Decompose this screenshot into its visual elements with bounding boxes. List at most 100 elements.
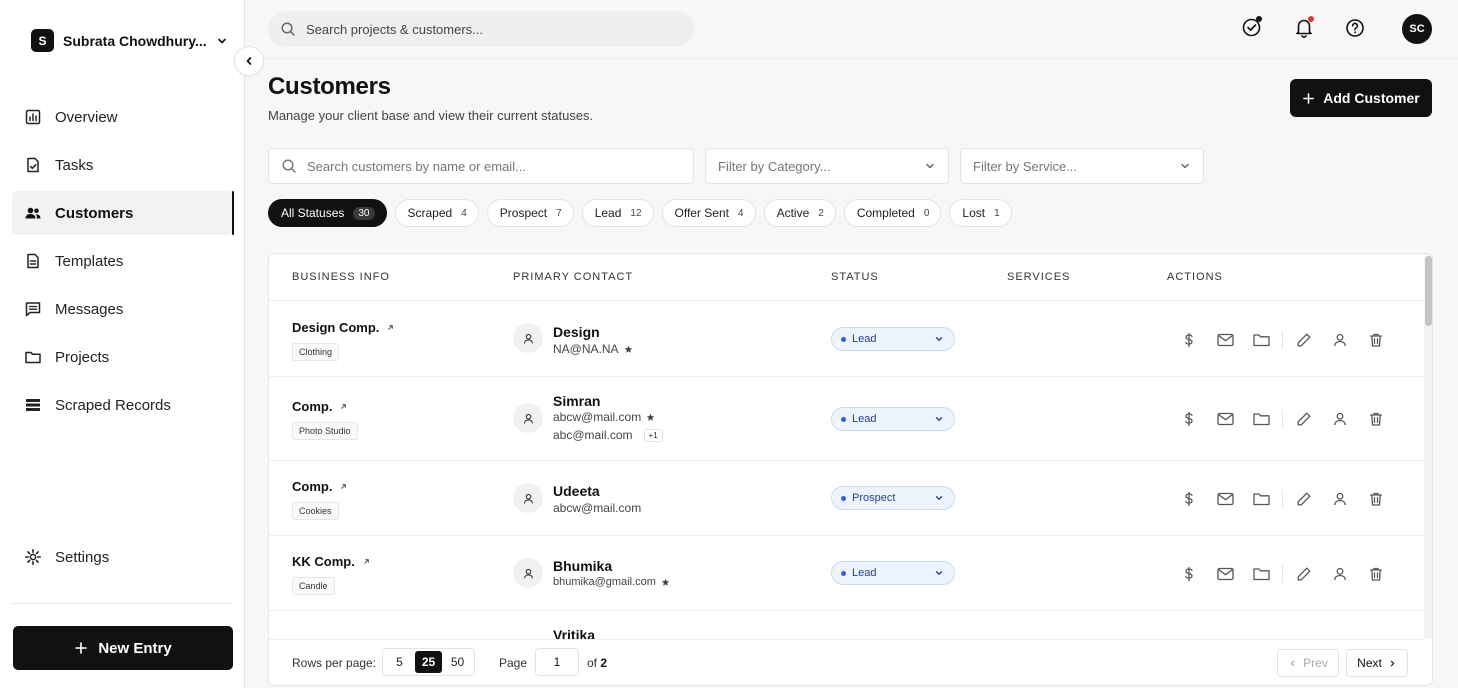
chevron-left-icon xyxy=(243,55,255,67)
tasks-check-icon[interactable] xyxy=(1241,16,1263,38)
add-customer-button[interactable]: Add Customer xyxy=(1290,79,1432,117)
rows-option-50[interactable]: 50 xyxy=(444,651,471,673)
chip-count: 1 xyxy=(994,207,1000,219)
trash-icon[interactable] xyxy=(1358,329,1394,351)
column-header-primary-contact: PRIMARY CONTACT xyxy=(513,271,634,283)
status-label: Lead xyxy=(852,567,877,579)
assign-user-icon[interactable] xyxy=(1322,408,1358,430)
sidebar-item-messages[interactable]: Messages xyxy=(12,287,233,331)
rows-per-page-label: Rows per page: xyxy=(292,656,377,670)
page-number-input[interactable] xyxy=(535,648,579,676)
chevron-down-icon xyxy=(924,160,936,172)
dollar-icon[interactable] xyxy=(1171,563,1207,585)
sidebar-item-overview[interactable]: Overview xyxy=(12,95,233,139)
rows-option-25[interactable]: 25 xyxy=(415,651,442,673)
folder-icon[interactable] xyxy=(1243,329,1279,351)
sidebar-item-scraped-records[interactable]: Scraped Records xyxy=(12,383,233,427)
contact-name: Bhumika xyxy=(553,558,613,574)
contact-email: abcw@mail.com xyxy=(553,410,655,424)
chip-offer-sent[interactable]: Offer Sent 4 xyxy=(661,199,756,227)
mail-icon[interactable] xyxy=(1207,488,1243,510)
contact-email-secondary: abc@mail.com +1 xyxy=(553,428,663,442)
assign-user-icon[interactable] xyxy=(1322,563,1358,585)
collapse-sidebar-button[interactable] xyxy=(234,46,264,76)
help-icon[interactable] xyxy=(1344,16,1366,38)
table-row[interactable]: Design Comp. Clothing Design NA@NA.NA Le… xyxy=(269,302,1424,377)
chip-scraped[interactable]: Scraped 4 xyxy=(394,199,479,227)
contact-email-text: abc@mail.com xyxy=(553,428,633,442)
new-entry-button[interactable]: New Entry xyxy=(13,626,233,670)
sidebar-item-customers[interactable]: Customers xyxy=(12,191,234,235)
table-row[interactable]: Comp. Photo Studio Simran abcw@mail.com … xyxy=(269,377,1424,461)
business-name-text: Comp. xyxy=(292,479,333,494)
rows-option-5[interactable]: 5 xyxy=(386,651,413,673)
trash-icon[interactable] xyxy=(1358,563,1394,585)
business-name[interactable]: KK Comp. xyxy=(292,554,371,569)
status-label: Lead xyxy=(852,333,877,345)
status-dot xyxy=(841,416,846,422)
mail-icon[interactable] xyxy=(1207,563,1243,585)
more-emails-badge[interactable]: +1 xyxy=(643,428,663,442)
business-name[interactable]: Comp. xyxy=(292,399,348,414)
chip-label: All Statuses xyxy=(281,206,345,220)
dollar-icon[interactable] xyxy=(1171,329,1207,351)
sidebar-item-label: Overview xyxy=(55,108,118,126)
business-name[interactable]: Design Comp. xyxy=(292,320,395,335)
chip-completed[interactable]: Completed 0 xyxy=(843,199,942,227)
mail-icon[interactable] xyxy=(1207,408,1243,430)
chip-active[interactable]: Active 2 xyxy=(763,199,836,227)
category-filter[interactable]: Filter by Category... xyxy=(705,148,949,184)
customer-search-input[interactable] xyxy=(307,158,678,174)
status-dropdown[interactable]: Lead xyxy=(831,327,955,351)
status-dropdown[interactable]: Prospect xyxy=(831,486,955,510)
table-row[interactable]: KK Comp. Candle Bhumika bhumika@gmail.co… xyxy=(269,536,1424,611)
assign-user-icon[interactable] xyxy=(1322,329,1358,351)
dollar-icon[interactable] xyxy=(1171,408,1207,430)
trash-icon[interactable] xyxy=(1358,408,1394,430)
page-of-label: of xyxy=(587,656,598,670)
edit-pencil-icon[interactable] xyxy=(1286,488,1322,510)
service-filter[interactable]: Filter by Service... xyxy=(960,148,1204,184)
table-row[interactable]: Comp. Cookies Udeeta abcw@mail.com Prosp… xyxy=(269,461,1424,536)
mail-icon[interactable] xyxy=(1207,329,1243,351)
customer-search[interactable] xyxy=(268,148,694,184)
status-dropdown[interactable]: Lead xyxy=(831,407,955,431)
search-icon xyxy=(280,21,296,37)
dollar-icon[interactable] xyxy=(1171,488,1207,510)
chip-label: Offer Sent xyxy=(674,206,729,220)
workspace-name: Subrata Chowdhury... xyxy=(63,32,207,49)
user-avatar[interactable]: SC xyxy=(1402,14,1432,44)
status-dropdown[interactable]: Lead xyxy=(831,561,955,585)
task-file-icon xyxy=(24,156,42,174)
chip-count: 4 xyxy=(738,207,744,219)
chip-all-statuses[interactable]: All Statuses 30 xyxy=(268,199,387,227)
prev-page-button[interactable]: Prev xyxy=(1277,649,1339,677)
folder-icon[interactable] xyxy=(1243,488,1279,510)
edit-pencil-icon[interactable] xyxy=(1286,563,1322,585)
edit-pencil-icon[interactable] xyxy=(1286,408,1322,430)
table-scrollbar[interactable] xyxy=(1424,254,1432,639)
chip-prospect[interactable]: Prospect 7 xyxy=(486,199,574,227)
sidebar-item-label: Scraped Records xyxy=(55,396,171,414)
global-search-input[interactable] xyxy=(306,21,679,37)
folder-icon[interactable] xyxy=(1243,408,1279,430)
next-page-button[interactable]: Next xyxy=(1346,649,1408,677)
sidebar-item-templates[interactable]: Templates xyxy=(12,239,233,283)
trash-icon[interactable] xyxy=(1358,488,1394,510)
workspace-switcher[interactable]: S Subrata Chowdhury... xyxy=(31,29,228,52)
edit-pencil-icon[interactable] xyxy=(1286,329,1322,351)
scrollbar-thumb[interactable] xyxy=(1425,256,1432,326)
category-tag: Clothing xyxy=(292,343,340,361)
business-name[interactable]: Comp. xyxy=(292,479,348,494)
sidebar-item-projects[interactable]: Projects xyxy=(12,335,233,379)
global-search[interactable] xyxy=(268,11,694,47)
assign-user-icon[interactable] xyxy=(1322,488,1358,510)
chip-lead[interactable]: Lead 12 xyxy=(581,199,654,227)
folder-icon[interactable] xyxy=(1243,563,1279,585)
sidebar-item-settings[interactable]: Settings xyxy=(12,535,233,579)
rows-per-page-selector: 5 25 50 xyxy=(382,648,475,676)
external-link-icon xyxy=(339,402,348,411)
chip-lost[interactable]: Lost 1 xyxy=(949,199,1012,227)
sidebar-item-tasks[interactable]: Tasks xyxy=(12,143,233,187)
bell-icon[interactable] xyxy=(1293,16,1315,38)
